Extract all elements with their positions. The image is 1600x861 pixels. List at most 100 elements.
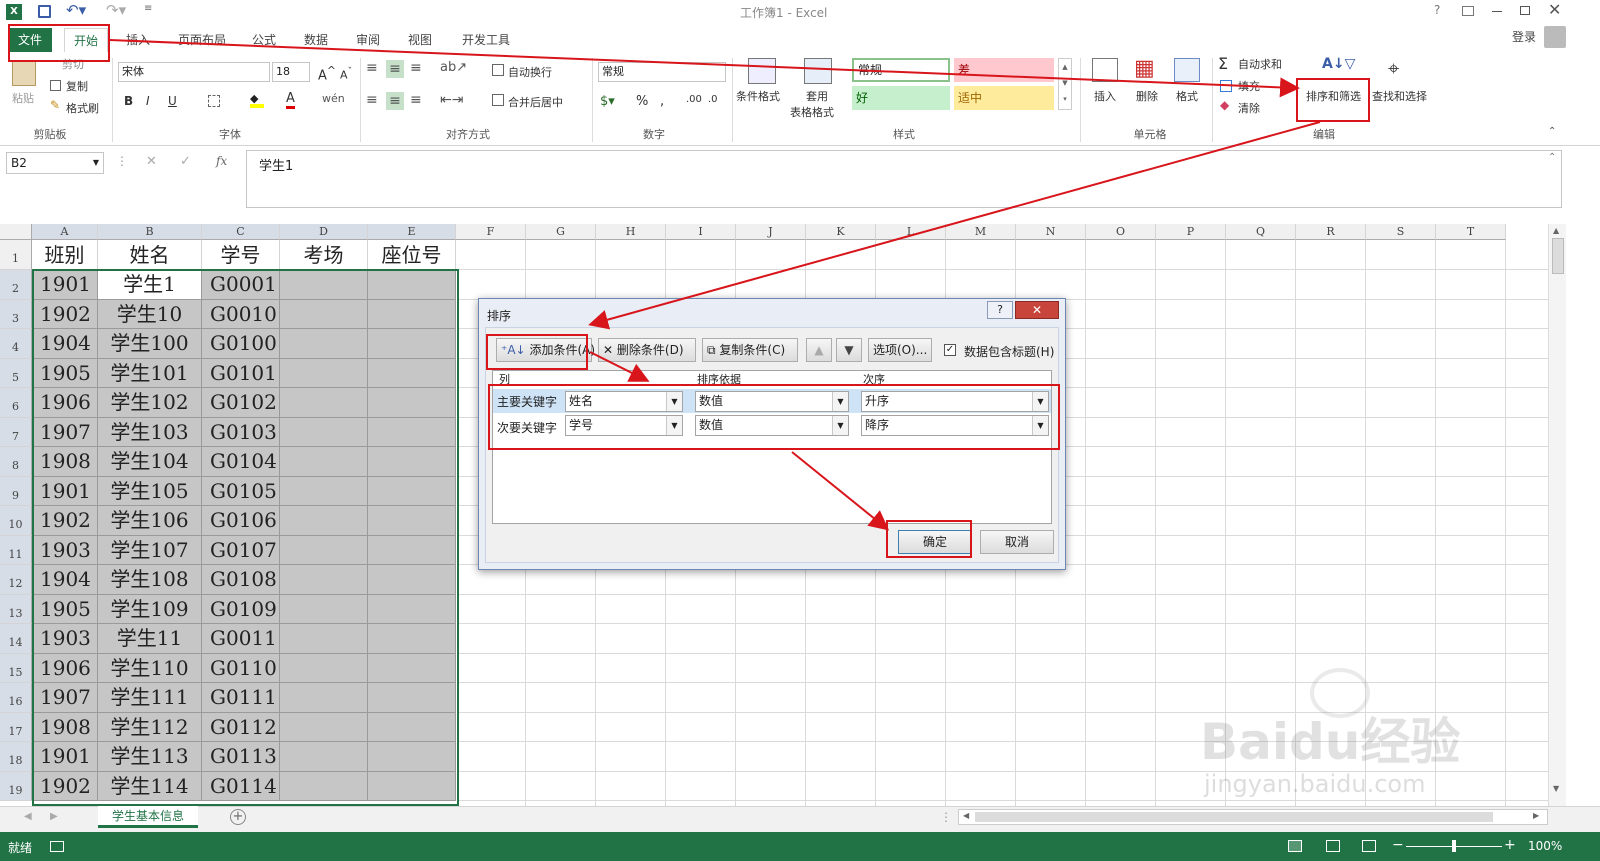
split-handle-icon[interactable]: ⋮ bbox=[940, 810, 952, 824]
row-header[interactable]: 16 bbox=[0, 683, 32, 713]
page-break-view-icon[interactable] bbox=[1362, 840, 1376, 852]
comma-icon[interactable]: , bbox=[660, 94, 664, 109]
column-header[interactable]: B bbox=[98, 224, 202, 240]
number-format-select[interactable]: 常规 bbox=[598, 62, 726, 82]
row-header[interactable]: 14 bbox=[0, 624, 32, 654]
dialog-close-button[interactable]: ✕ bbox=[1015, 301, 1059, 319]
wrap-text-button[interactable]: 自动换行 bbox=[508, 64, 552, 80]
align-bottom-icon[interactable]: ≡ bbox=[410, 60, 422, 76]
tab-review[interactable]: 审阅 bbox=[350, 28, 386, 52]
header-cell[interactable]: 姓名 bbox=[98, 240, 202, 270]
autosum-button[interactable]: 自动求和 bbox=[1238, 56, 1282, 72]
move-up-button[interactable]: ▲ bbox=[806, 338, 832, 362]
style-neutral[interactable]: 适中 bbox=[954, 86, 1054, 110]
collapse-ribbon-icon[interactable]: ⌃ bbox=[1548, 126, 1556, 137]
row-header[interactable]: 7 bbox=[0, 417, 32, 447]
styles-scroll[interactable]: ▲ ▼ ▾ bbox=[1058, 58, 1072, 110]
percent-icon[interactable]: % bbox=[636, 94, 648, 109]
font-size-select[interactable]: 18 bbox=[272, 62, 310, 82]
cancel-entry-icon[interactable]: ✕ bbox=[146, 154, 157, 169]
page-layout-view-icon[interactable] bbox=[1326, 840, 1340, 852]
zoom-in-icon[interactable]: + bbox=[1504, 837, 1516, 853]
column-header[interactable]: O bbox=[1086, 224, 1156, 240]
align-left-icon[interactable]: ≡ bbox=[366, 92, 378, 108]
column-header[interactable]: H bbox=[596, 224, 666, 240]
tab-insert[interactable]: 插入 bbox=[120, 28, 156, 52]
row-header[interactable]: 12 bbox=[0, 565, 32, 595]
paste-icon[interactable] bbox=[12, 60, 36, 86]
sheet-tab-active[interactable]: 学生基本信息 bbox=[98, 806, 198, 828]
scroll-up-icon[interactable]: ▲ bbox=[1553, 226, 1559, 235]
column-header[interactable]: I bbox=[666, 224, 736, 240]
format-cells-button[interactable]: 格式 bbox=[1176, 88, 1198, 104]
merge-center-button[interactable]: 合并后居中 bbox=[508, 94, 563, 110]
font-name-select[interactable]: 宋体 bbox=[118, 62, 270, 82]
row-header[interactable]: 5 bbox=[0, 358, 32, 388]
scroll-left-icon[interactable]: ◀ bbox=[963, 811, 969, 820]
header-cell[interactable]: 座位号 bbox=[368, 240, 456, 270]
bold-icon[interactable]: B bbox=[124, 94, 133, 108]
scroll-thumb[interactable] bbox=[1552, 238, 1564, 274]
delete-condition-button[interactable]: ✕ 删除条件(D) bbox=[598, 338, 696, 362]
shrink-font-icon[interactable]: Aˇ bbox=[340, 66, 352, 82]
column-header[interactable]: C bbox=[202, 224, 280, 240]
conditional-format-button[interactable]: 条件格式 bbox=[736, 88, 780, 104]
row-header[interactable]: 11 bbox=[0, 535, 32, 565]
font-color-icon[interactable]: A bbox=[286, 92, 295, 109]
ribbon-display-icon[interactable] bbox=[1462, 6, 1474, 16]
move-down-button[interactable]: ▼ bbox=[836, 338, 862, 362]
sign-in-link[interactable]: 登录 bbox=[1512, 28, 1536, 45]
phonetic-icon[interactable]: wén bbox=[322, 92, 345, 105]
redo-icon[interactable]: ↷▾ bbox=[106, 1, 126, 19]
zoom-slider-thumb[interactable] bbox=[1452, 840, 1456, 852]
copy-button[interactable]: 复制 bbox=[66, 78, 88, 94]
column-header[interactable]: F bbox=[456, 224, 526, 240]
row-header[interactable]: 6 bbox=[0, 388, 32, 418]
row-header[interactable]: 1 bbox=[0, 240, 32, 270]
column-header[interactable]: G bbox=[526, 224, 596, 240]
tab-developer[interactable]: 开发工具 bbox=[456, 28, 516, 52]
italic-icon[interactable]: I bbox=[146, 94, 150, 108]
column-header[interactable]: S bbox=[1366, 224, 1436, 240]
restore-icon[interactable] bbox=[1520, 6, 1530, 15]
indent-icon[interactable]: ⇤⇥ bbox=[440, 92, 463, 108]
column-header[interactable]: J bbox=[736, 224, 806, 240]
horizontal-scrollbar[interactable]: ◀ ▶ bbox=[958, 809, 1548, 825]
style-good[interactable]: 好 bbox=[852, 86, 950, 110]
insert-cells-button[interactable]: 插入 bbox=[1094, 88, 1116, 104]
row-header[interactable]: 2 bbox=[0, 270, 32, 300]
zoom-level[interactable]: 100% bbox=[1528, 839, 1562, 853]
options-button[interactable]: 选项(O)... bbox=[868, 338, 932, 362]
column-header[interactable]: D bbox=[280, 224, 368, 240]
h-scroll-thumb[interactable] bbox=[975, 812, 1493, 822]
grow-font-icon[interactable]: A^ bbox=[318, 64, 336, 83]
column-header[interactable]: K bbox=[806, 224, 876, 240]
minimize-icon[interactable] bbox=[1492, 11, 1502, 12]
tab-page-layout[interactable]: 页面布局 bbox=[172, 28, 232, 52]
scroll-right-icon[interactable]: ▶ bbox=[1533, 811, 1539, 820]
tab-view[interactable]: 视图 bbox=[402, 28, 438, 52]
column-header[interactable]: R bbox=[1296, 224, 1366, 240]
paste-button[interactable]: 粘贴 bbox=[12, 90, 34, 106]
clear-button[interactable]: 清除 bbox=[1238, 100, 1260, 116]
copy-condition-button[interactable]: ⧉ 复制条件(C) bbox=[702, 338, 798, 362]
name-box[interactable]: B2 ▼ bbox=[6, 152, 104, 174]
find-select-button[interactable]: 查找和选择 bbox=[1372, 88, 1427, 104]
next-sheet-icon[interactable]: ▶ bbox=[50, 811, 58, 822]
accounting-icon[interactable]: $▾ bbox=[600, 94, 615, 109]
add-sheet-icon[interactable]: + bbox=[230, 809, 246, 825]
row-header[interactable]: 9 bbox=[0, 476, 32, 506]
underline-icon[interactable]: U bbox=[168, 94, 177, 108]
header-cell[interactable]: 学号 bbox=[202, 240, 280, 270]
expand-formula-icon[interactable]: ⌃ bbox=[1548, 152, 1556, 163]
row-header[interactable]: 10 bbox=[0, 506, 32, 536]
save-icon[interactable] bbox=[38, 5, 51, 18]
column-header[interactable]: N bbox=[1016, 224, 1086, 240]
column-header[interactable]: L bbox=[876, 224, 946, 240]
row-header[interactable]: 8 bbox=[0, 447, 32, 477]
column-header[interactable]: T bbox=[1436, 224, 1506, 240]
prev-sheet-icon[interactable]: ◀ bbox=[24, 811, 32, 822]
header-checkbox[interactable]: ✓ bbox=[944, 344, 956, 356]
dialog-help-button[interactable]: ? bbox=[987, 301, 1013, 319]
row-header[interactable]: 4 bbox=[0, 329, 32, 359]
